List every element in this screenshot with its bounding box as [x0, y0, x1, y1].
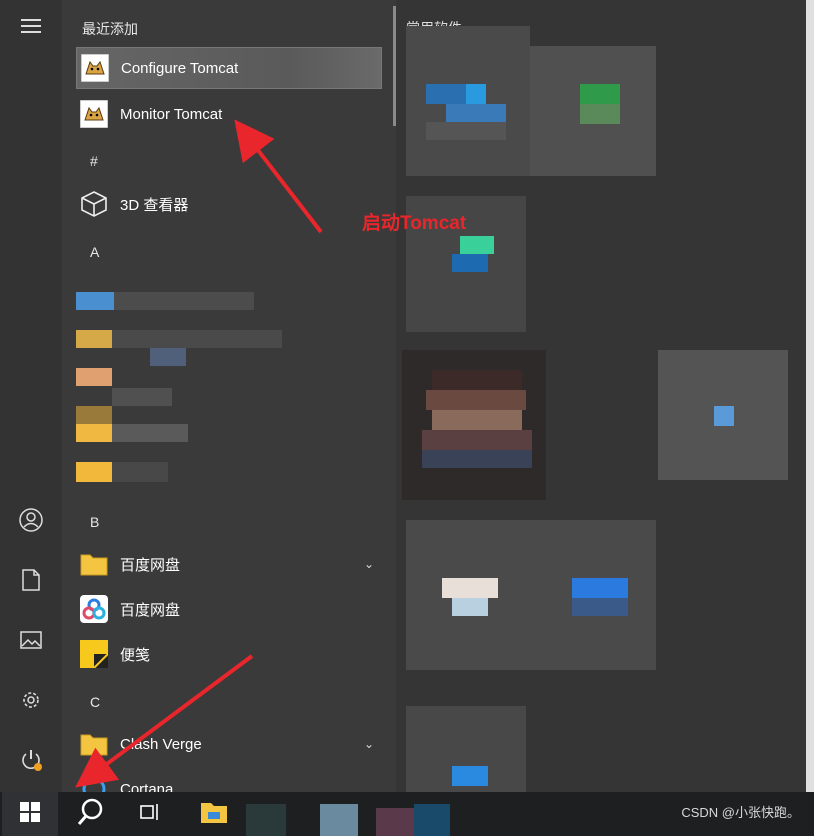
- section-c[interactable]: C: [90, 694, 100, 710]
- power-icon: [19, 748, 43, 777]
- task-view-icon: [139, 802, 161, 827]
- app-label: 3D 查看器: [120, 196, 189, 214]
- task-view-button[interactable]: [122, 792, 178, 836]
- recently-added-header: 最近添加: [82, 21, 138, 37]
- app-monitor-tomcat[interactable]: Monitor Tomcat: [76, 93, 382, 135]
- app-label: Cortana: [120, 780, 174, 793]
- section-a[interactable]: A: [90, 244, 99, 260]
- tile[interactable]: [406, 520, 656, 670]
- tile[interactable]: [406, 26, 530, 176]
- user-account-button[interactable]: [0, 500, 62, 544]
- file-explorer-button[interactable]: [186, 792, 242, 836]
- expand-menu-button[interactable]: [0, 6, 62, 50]
- folder-icon: [80, 730, 108, 758]
- user-icon: [19, 507, 43, 537]
- annotation-start-tomcat: 启动Tomcat: [362, 213, 467, 234]
- search-icon: [77, 798, 103, 831]
- tile[interactable]: [658, 350, 788, 480]
- app-label: Monitor Tomcat: [120, 105, 223, 123]
- app-label: Configure Tomcat: [121, 59, 239, 77]
- watermark: CSDN @小张快跑。: [681, 805, 800, 820]
- section-b[interactable]: B: [90, 514, 99, 530]
- background-window-edge: [806, 0, 814, 792]
- app-cortana[interactable]: Cortana: [76, 768, 382, 792]
- tile[interactable]: [530, 46, 656, 176]
- app-baidu-netdisk-folder[interactable]: 百度网盘 ⌄: [76, 543, 382, 585]
- pictures-button[interactable]: [0, 620, 62, 664]
- start-left-rail: [0, 0, 62, 792]
- power-button[interactable]: [0, 740, 62, 784]
- tomcat-icon: [81, 54, 109, 82]
- tomcat-icon: [80, 100, 108, 128]
- app-label: 便笺: [120, 646, 151, 664]
- hamburger-icon: [21, 18, 41, 38]
- search-button[interactable]: [62, 792, 118, 836]
- app-label: 百度网盘: [120, 601, 181, 619]
- section-hash[interactable]: #: [90, 153, 98, 169]
- baidu-netdisk-icon: [80, 595, 108, 623]
- app-baidu-netdisk[interactable]: 百度网盘: [76, 588, 382, 630]
- app-label: Clash Verge: [120, 735, 202, 753]
- sticky-notes-icon: [80, 640, 108, 668]
- windows-icon: [20, 801, 40, 827]
- picture-icon: [20, 630, 42, 654]
- app-configure-tomcat[interactable]: Configure Tomcat: [76, 47, 382, 89]
- app-clash-verge-folder[interactable]: Clash Verge ⌄: [76, 723, 382, 765]
- chevron-down-icon[interactable]: ⌄: [364, 737, 374, 751]
- chevron-down-icon[interactable]: ⌄: [364, 557, 374, 571]
- gear-icon: [20, 689, 42, 716]
- app-sticky-notes[interactable]: 便笺: [76, 633, 382, 675]
- cortana-icon: [80, 775, 108, 792]
- tiles-area: 常用软件: [396, 0, 814, 792]
- start-button[interactable]: [2, 792, 58, 836]
- app-label: 百度网盘: [120, 556, 181, 574]
- document-icon: [22, 568, 40, 596]
- documents-button[interactable]: [0, 560, 62, 604]
- cube-icon: [80, 190, 108, 218]
- taskbar: CSDN @小张快跑。: [0, 792, 814, 836]
- app-3d-viewer[interactable]: 3D 查看器: [76, 183, 382, 225]
- tile[interactable]: [406, 706, 526, 792]
- folder-icon: [80, 550, 108, 578]
- settings-button[interactable]: [0, 680, 62, 724]
- file-explorer-icon: [200, 800, 228, 829]
- app-list: 最近添加 Configure Tomcat Monitor Tomcat # 3…: [62, 0, 396, 792]
- tile[interactable]: [402, 350, 546, 500]
